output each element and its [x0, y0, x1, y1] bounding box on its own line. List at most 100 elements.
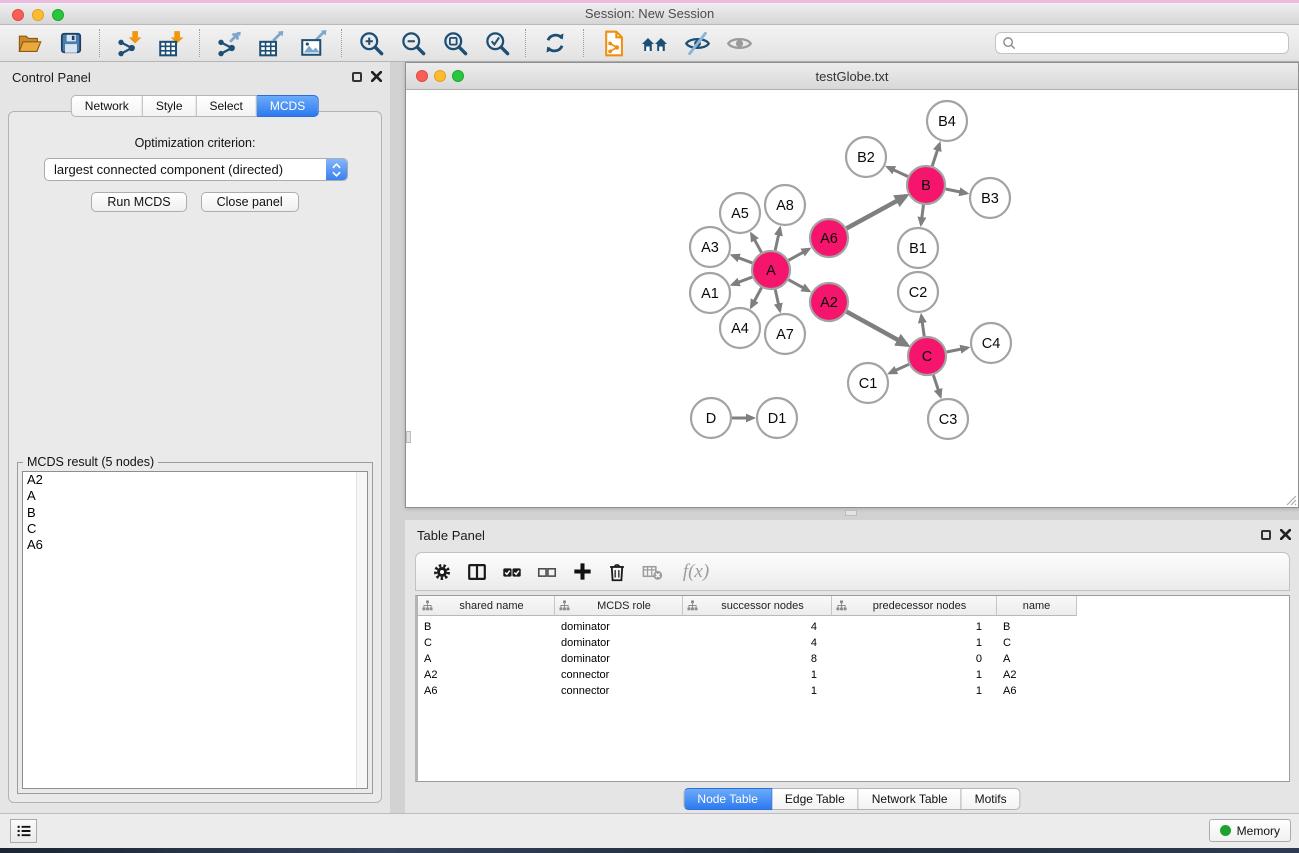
edge-A6-B[interactable] [847, 196, 906, 228]
memory-button[interactable]: Memory [1209, 819, 1291, 842]
delete-column-icon[interactable] [604, 559, 630, 585]
node-A[interactable]: A [752, 251, 790, 289]
node-A2[interactable]: A2 [810, 283, 848, 321]
edge-A-A3[interactable] [732, 255, 752, 262]
tab-select[interactable]: Select [197, 95, 257, 117]
edge-C-C2[interactable] [921, 316, 924, 336]
edge-A2-C[interactable] [847, 312, 907, 345]
tab-node-table[interactable]: Node Table [683, 788, 772, 810]
tab-network[interactable]: Network [71, 95, 143, 117]
node-A3[interactable]: A3 [690, 227, 730, 267]
first-neighbors-icon[interactable] [634, 28, 676, 58]
export-table-icon[interactable] [250, 28, 292, 58]
select-all-icon[interactable] [499, 559, 525, 585]
edge-B-B1[interactable] [921, 205, 923, 224]
mcds-result-list[interactable]: A2ABCA6 [22, 471, 368, 789]
network-canvas[interactable]: B4B2BB3B1A5A8A3A6AA1A4A7A2C2C4CC1C3DD1 [406, 90, 1298, 507]
delete-table-icon[interactable] [639, 559, 665, 585]
task-history-button[interactable] [10, 819, 37, 843]
zoom-fit-icon[interactable] [434, 28, 476, 58]
node-B3[interactable]: B3 [970, 178, 1010, 218]
node-A8[interactable]: A8 [765, 185, 805, 225]
node-D[interactable]: D [691, 398, 731, 438]
scrollbar-track[interactable] [356, 472, 367, 788]
tab-edge-table[interactable]: Edge Table [772, 788, 859, 810]
edge-A-A1[interactable] [732, 277, 752, 284]
search-input[interactable] [1017, 35, 1288, 51]
result-item[interactable]: B [23, 505, 367, 521]
export-network-icon[interactable] [208, 28, 250, 58]
table-row[interactable]: Cdominator41C [418, 635, 1289, 651]
node-B[interactable]: B [907, 166, 945, 204]
new-network-from-selection-icon[interactable] [592, 28, 634, 58]
close-panel-icon[interactable] [1280, 529, 1291, 540]
node-D1[interactable]: D1 [757, 398, 797, 438]
edge-A-A2[interactable] [789, 280, 809, 291]
close-window-button[interactable] [12, 9, 24, 21]
float-panel-icon[interactable] [352, 72, 362, 82]
table-row[interactable]: Adominator80A [418, 651, 1289, 667]
export-image-icon[interactable] [292, 28, 334, 58]
zoom-out-icon[interactable] [392, 28, 434, 58]
node-A7[interactable]: A7 [765, 314, 805, 354]
import-network-from-file-icon[interactable] [108, 28, 150, 58]
node-C4[interactable]: C4 [971, 323, 1011, 363]
column-header-shared-name[interactable]: shared name [418, 596, 555, 616]
tab-mcds[interactable]: MCDS [257, 95, 319, 117]
close-panel-icon[interactable] [371, 71, 382, 82]
add-column-icon[interactable] [569, 559, 595, 585]
column-header-name[interactable]: name [997, 596, 1077, 616]
float-panel-icon[interactable] [1261, 530, 1271, 540]
edge-B-B2[interactable] [888, 167, 908, 176]
edge-A-A8[interactable] [775, 228, 780, 250]
edge-A-A7[interactable] [775, 290, 780, 311]
node-C2[interactable]: C2 [898, 272, 938, 312]
edge-B-B4[interactable] [932, 144, 939, 166]
table-row[interactable]: A2connector11A2 [418, 667, 1289, 683]
edge-C-C3[interactable] [933, 375, 940, 396]
function-builder-icon[interactable]: f(x) [674, 559, 718, 585]
hide-selected-icon[interactable] [676, 28, 718, 58]
table-row[interactable]: Bdominator41B [418, 619, 1289, 635]
table-row[interactable]: A6connector11A6 [418, 683, 1289, 699]
network-minimize-button[interactable] [434, 70, 446, 82]
network-maximize-button[interactable] [452, 70, 464, 82]
zoom-selected-icon[interactable] [476, 28, 518, 58]
node-A5[interactable]: A5 [720, 193, 760, 233]
column-header-MCDS-role[interactable]: MCDS role [555, 596, 683, 616]
node-B1[interactable]: B1 [898, 228, 938, 268]
splitpane-handle[interactable] [406, 431, 411, 443]
node-C3[interactable]: C3 [928, 399, 968, 439]
tab-network-table[interactable]: Network Table [859, 788, 962, 810]
tab-motifs[interactable]: Motifs [962, 788, 1021, 810]
save-session-icon[interactable] [50, 28, 92, 58]
maximize-window-button[interactable] [52, 9, 64, 21]
edge-C-C4[interactable] [947, 348, 968, 352]
criterion-dropdown[interactable]: largest connected component (directed) [44, 158, 348, 181]
node-B2[interactable]: B2 [846, 137, 886, 177]
column-settings-icon[interactable] [429, 559, 455, 585]
tab-style[interactable]: Style [143, 95, 197, 117]
panel-mode-icon[interactable] [464, 559, 490, 585]
apply-preferred-layout-icon[interactable] [534, 28, 576, 58]
node-B4[interactable]: B4 [927, 101, 967, 141]
result-item[interactable]: A6 [23, 537, 367, 553]
import-table-from-file-icon[interactable] [150, 28, 192, 58]
node-A6[interactable]: A6 [810, 219, 848, 257]
run-mcds-button[interactable]: Run MCDS [91, 192, 186, 212]
deselect-all-icon[interactable] [534, 559, 560, 585]
edge-A-A5[interactable] [751, 234, 761, 252]
node-C[interactable]: C [908, 337, 946, 375]
open-session-icon[interactable] [8, 28, 50, 58]
close-panel-button[interactable]: Close panel [201, 192, 299, 212]
column-header-predecessor-nodes[interactable]: predecessor nodes [832, 596, 997, 616]
result-item[interactable]: A [23, 488, 367, 504]
search-field[interactable] [995, 32, 1289, 54]
column-header-successor-nodes[interactable]: successor nodes [683, 596, 832, 616]
edge-A-A6[interactable] [789, 249, 809, 260]
network-close-button[interactable] [416, 70, 428, 82]
zoom-in-icon[interactable] [350, 28, 392, 58]
show-all-icon[interactable] [718, 28, 760, 58]
minimize-window-button[interactable] [32, 9, 44, 21]
node-A1[interactable]: A1 [690, 273, 730, 313]
